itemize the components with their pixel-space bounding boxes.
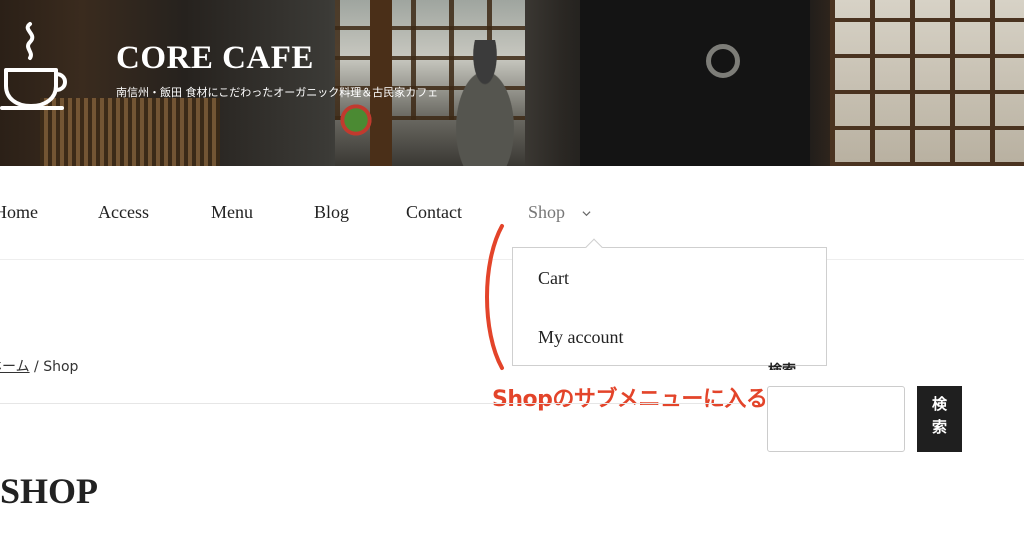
site-description: 南信州・飯田 食材にこだわったオーガニック料理＆古民家カフェ (116, 86, 439, 99)
header-hero-image: CORE CAFE 南信州・飯田 食材にこだわったオーガニック料理＆古民家カフェ (0, 0, 1024, 166)
annotation-bracket (485, 224, 504, 370)
nav-item-access[interactable]: Access (98, 202, 149, 223)
divider (0, 403, 740, 404)
hero-door-handle (706, 44, 740, 78)
submenu-item-cart[interactable]: Cart (538, 268, 569, 289)
search-input[interactable] (767, 386, 905, 452)
nav-item-menu[interactable]: Menu (211, 202, 253, 223)
hero-plant (340, 100, 380, 150)
breadcrumb: ホーム / Shop (0, 356, 90, 376)
hero-door (580, 0, 810, 166)
breadcrumb-home-link[interactable]: ホーム (0, 359, 30, 375)
submenu-item-my-account[interactable]: My account (538, 327, 623, 348)
page-title: SHOP (0, 471, 99, 511)
annotation-text: Shopのサブメニューに入る (492, 387, 768, 412)
hero-person (440, 40, 530, 166)
shop-submenu: Cart My account (512, 238, 827, 366)
chevron-down-icon[interactable] (582, 209, 591, 218)
breadcrumb-separator: / (29, 359, 44, 375)
search-button[interactable]: 検索 (917, 386, 962, 452)
nav-item-blog[interactable]: Blog (314, 202, 349, 223)
nav-item-shop[interactable]: Shop (528, 202, 565, 223)
site-title[interactable]: CORE CAFE (116, 40, 314, 77)
hero-shoji (830, 0, 1024, 166)
coffee-cup-icon[interactable] (0, 18, 70, 112)
nav-item-home[interactable]: Home (0, 202, 38, 223)
search-label: 検索 (768, 360, 796, 370)
breadcrumb-current: Shop (43, 359, 79, 375)
nav-item-contact[interactable]: Contact (406, 202, 462, 223)
